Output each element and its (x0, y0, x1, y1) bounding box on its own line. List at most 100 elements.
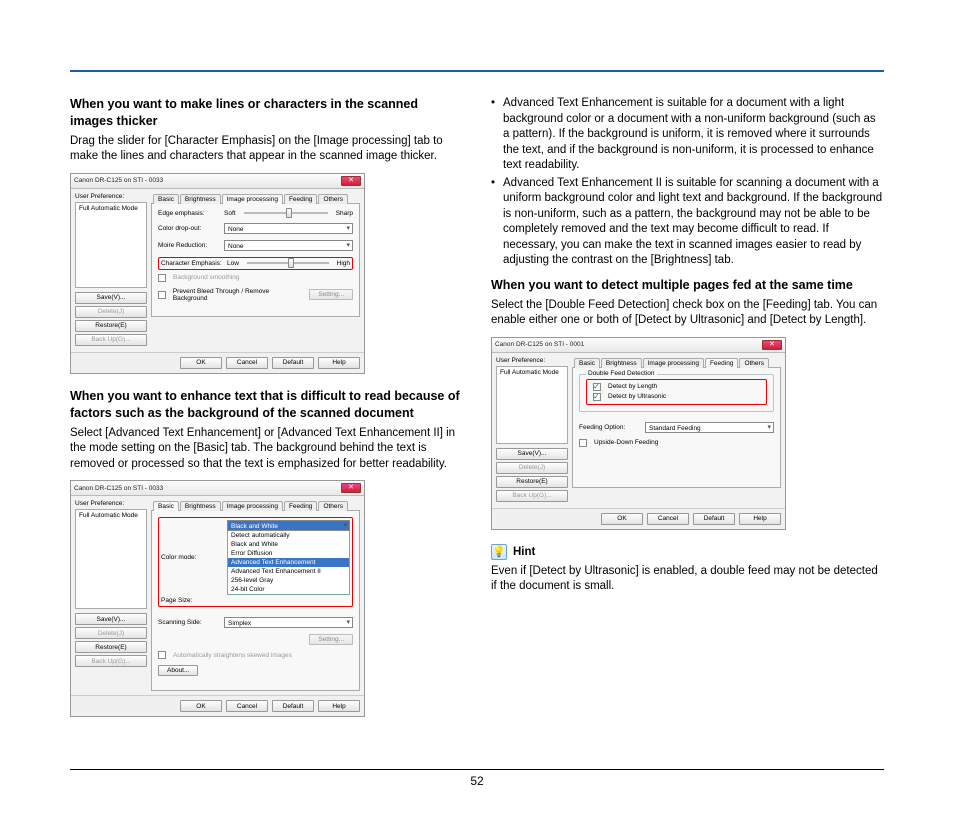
top-rule (70, 70, 884, 72)
heading-thicker-lines: When you want to make lines or character… (70, 96, 463, 130)
tab-basic[interactable]: Basic (153, 501, 179, 511)
edge-emphasis-label: Edge emphasis: (158, 210, 220, 217)
heading-enhance-text: When you want to enhance text that is di… (70, 388, 463, 422)
tab-brightness[interactable]: Brightness (180, 501, 221, 511)
backup-button[interactable]: Back Up(G)... (75, 655, 147, 667)
page-size-label: Page Size: (161, 597, 223, 604)
help-button[interactable]: Help (318, 357, 360, 369)
cancel-button[interactable]: Cancel (647, 513, 689, 525)
detect-ultrasonic-checkbox[interactable] (593, 393, 601, 401)
default-button[interactable]: Default (693, 513, 735, 525)
tab-brightness[interactable]: Brightness (601, 358, 642, 368)
user-pref-label: User Preference: (496, 357, 568, 364)
char-emphasis-slider[interactable] (247, 262, 329, 264)
bullet-ate1: Advanced Text Enhancement is suitable fo… (491, 96, 884, 174)
tab-basic[interactable]: Basic (153, 194, 179, 204)
right-column: Advanced Text Enhancement is suitable fo… (491, 96, 884, 748)
hint-lightbulb-icon: 💡 (491, 544, 507, 560)
upside-down-checkbox[interactable] (579, 439, 587, 447)
scanning-side-select[interactable]: Simplex (224, 617, 353, 628)
help-button[interactable]: Help (318, 700, 360, 712)
user-pref-label: User Preference: (75, 500, 147, 507)
feeding-option-label: Feeding Option: (579, 424, 641, 431)
sharp-label: Sharp (336, 210, 353, 217)
bg-smoothing-checkbox[interactable] (158, 274, 166, 282)
dialog-basic-tab: Canon DR-C125 on STI - 0033 ✕ User Prefe… (70, 480, 365, 717)
dialog-title-text: Canon DR-C125 on STI - 0033 (74, 485, 163, 492)
close-icon[interactable]: ✕ (341, 176, 361, 186)
tab-basic[interactable]: Basic (574, 358, 600, 368)
tab-feeding[interactable]: Feeding (705, 358, 739, 368)
tab-feeding[interactable]: Feeding (284, 194, 318, 204)
prevent-bleed-checkbox[interactable] (158, 291, 166, 299)
tab-brightness[interactable]: Brightness (180, 194, 221, 204)
double-feed-group-title: Double Feed Detection (586, 370, 657, 377)
ok-button[interactable]: OK (601, 513, 643, 525)
bg-smoothing-label: Background smoothing (173, 274, 240, 281)
tab-others[interactable]: Others (318, 194, 348, 204)
mode-listbox[interactable]: Full Automatic Mode (496, 366, 568, 444)
char-emphasis-label: Character Emphasis: (161, 260, 223, 267)
tab-feeding[interactable]: Feeding (284, 501, 318, 511)
dialog-title-text: Canon DR-C125 on STI - 0001 (495, 341, 584, 348)
close-icon[interactable]: ✕ (341, 483, 361, 493)
hint-text: Even if [Detect by Ultrasonic] is enable… (491, 564, 884, 595)
dialog-feeding-tab: Canon DR-C125 on STI - 0001 ✕ User Prefe… (491, 337, 786, 530)
delete-button[interactable]: Delete(J) (75, 306, 147, 318)
tabs: Basic Brightness Image processing Feedin… (151, 500, 360, 511)
tab-others[interactable]: Others (318, 501, 348, 511)
content-columns: When you want to make lines or character… (70, 96, 884, 748)
para-thicker-lines: Drag the slider for [Character Emphasis]… (70, 134, 463, 165)
tab-image-processing[interactable]: Image processing (222, 501, 283, 511)
save-button[interactable]: Save(V)... (496, 448, 568, 460)
auto-straighten-label: Automatically straightens skewed images (173, 652, 292, 659)
restore-button[interactable]: Restore(E) (496, 476, 568, 488)
help-button[interactable]: Help (739, 513, 781, 525)
setting-button[interactable]: Setting... (309, 634, 353, 645)
detect-length-checkbox[interactable] (593, 383, 601, 391)
color-mode-highlight: Color mode: Black and White Detect autom… (158, 517, 353, 607)
restore-button[interactable]: Restore(E) (75, 320, 147, 332)
feeding-option-select[interactable]: Standard Feeding (645, 422, 774, 433)
delete-button[interactable]: Delete(J) (496, 462, 568, 474)
high-label: High (337, 260, 350, 267)
backup-button[interactable]: Back Up(G)... (496, 490, 568, 502)
dialog-titlebar: Canon DR-C125 on STI - 0001 ✕ (492, 338, 785, 353)
color-dropout-select[interactable]: None (224, 223, 353, 234)
auto-straighten-checkbox[interactable] (158, 651, 166, 659)
setting-button[interactable]: Setting... (309, 289, 353, 300)
default-button[interactable]: Default (272, 357, 314, 369)
cancel-button[interactable]: Cancel (226, 700, 268, 712)
delete-button[interactable]: Delete(J) (75, 627, 147, 639)
mode-listbox[interactable]: Full Automatic Mode (75, 509, 147, 609)
about-button[interactable]: About... (158, 665, 198, 676)
enhancement-bullets: Advanced Text Enhancement is suitable fo… (491, 96, 884, 269)
bottom-rule (70, 769, 884, 770)
save-button[interactable]: Save(V)... (75, 292, 147, 304)
tab-others[interactable]: Others (739, 358, 769, 368)
backup-button[interactable]: Back Up(G)... (75, 334, 147, 346)
default-button[interactable]: Default (272, 700, 314, 712)
edge-slider[interactable] (244, 212, 328, 214)
color-mode-select[interactable]: Black and White (227, 520, 350, 531)
upside-down-label: Upside-Down Feeding (594, 439, 658, 446)
scanning-side-label: Scanning Side: (158, 619, 220, 626)
soft-label: Soft (224, 210, 236, 217)
restore-button[interactable]: Restore(E) (75, 641, 147, 653)
para-enhance-text: Select [Advanced Text Enhancement] or [A… (70, 426, 463, 473)
ok-button[interactable]: OK (180, 357, 222, 369)
cancel-button[interactable]: Cancel (226, 357, 268, 369)
tab-image-processing[interactable]: Image processing (222, 194, 283, 204)
close-icon[interactable]: ✕ (762, 340, 782, 350)
save-button[interactable]: Save(V)... (75, 613, 147, 625)
tab-image-processing[interactable]: Image processing (643, 358, 704, 368)
double-feed-highlight: Detect by Length Detect by Ultrasonic (586, 379, 767, 405)
hint-label: Hint (513, 546, 535, 558)
para-double-feed: Select the [Double Feed Detection] check… (491, 298, 884, 329)
moire-select[interactable]: None (224, 240, 353, 251)
color-mode-dropdown-list[interactable]: Detect automatically Black and White Err… (227, 530, 350, 595)
mode-listbox[interactable]: Full Automatic Mode (75, 202, 147, 288)
ok-button[interactable]: OK (180, 700, 222, 712)
page-number: 52 (0, 774, 954, 788)
moire-label: Moire Reduction: (158, 242, 220, 249)
